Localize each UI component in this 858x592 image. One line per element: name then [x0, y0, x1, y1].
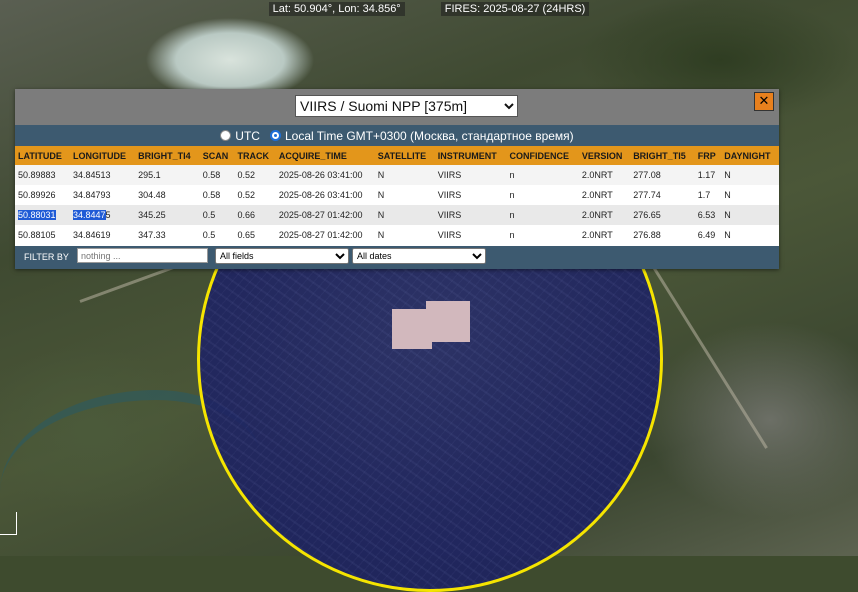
table-cell: 2025-08-27 01:42:00	[275, 225, 375, 245]
table-cell: n	[506, 165, 579, 185]
table-cell: 347.33	[135, 225, 200, 245]
table-cell: n	[506, 225, 579, 245]
filter-label: FILTER BY	[24, 252, 69, 262]
table-cell: n	[506, 205, 579, 225]
column-header[interactable]: INSTRUMENT	[434, 146, 507, 165]
cell-text-rest: 5	[105, 210, 111, 220]
selected-text: 34.8447	[73, 210, 106, 220]
fire-details-dialog: VIIRS / Suomi NPP [375m] ✕ UTC Local Tim…	[15, 89, 779, 269]
column-header[interactable]: TRACK	[234, 146, 276, 165]
table-cell: 50.89926	[15, 185, 70, 205]
column-header[interactable]: SATELLITE	[374, 146, 435, 165]
table-cell: 50.88031	[15, 205, 70, 225]
table-cell: N	[374, 165, 435, 185]
timezone-selector: UTC Local Time GMT+0300 (Москва, стандар…	[15, 125, 779, 146]
table-cell: 276.65	[630, 205, 695, 225]
table-cell: VIIRS	[434, 165, 507, 185]
table-cell: 2025-08-27 01:42:00	[275, 205, 375, 225]
table-cell: N	[721, 185, 779, 205]
utc-radio[interactable]	[220, 130, 232, 141]
column-header[interactable]: DAYNIGHT	[721, 146, 779, 165]
filter-bar: FILTER BY All fields All dates	[15, 246, 779, 269]
table-cell: 295.1	[135, 165, 200, 185]
fire-detections-table: LATITUDE LONGITUDE BRIGHT_TI4 SCAN TRACK ACQU…	[15, 146, 779, 245]
table-cell: N	[721, 205, 779, 225]
table-cell: 1.7	[694, 185, 722, 205]
table-cell: 2.0NRT	[578, 205, 631, 225]
table-cell: 277.74	[630, 185, 695, 205]
table-cell: 34.84793	[70, 185, 136, 205]
table-cell: VIIRS	[434, 205, 507, 225]
table-cell: 34.84619	[70, 225, 136, 245]
selected-text: 50.88031	[18, 210, 56, 220]
fires-date-label: FIRES: 2025-08-27 (24HRS)	[440, 2, 590, 16]
table-cell: 34.84475	[70, 205, 136, 225]
dialog-header: VIIRS / Suomi NPP [375m] ✕	[15, 89, 779, 125]
table-cell: N	[374, 225, 435, 245]
table-cell: n	[506, 185, 579, 205]
table-cell: 50.88105	[15, 225, 70, 245]
dates-select[interactable]: All dates	[352, 248, 486, 264]
product-select[interactable]: VIIRS / Suomi NPP [375m]	[295, 95, 518, 117]
column-header[interactable]: ACQUIRE_TIME	[275, 146, 375, 165]
table-cell: 277.08	[630, 165, 695, 185]
table-cell: 6.53	[694, 205, 722, 225]
table-cell: 0.5	[199, 205, 235, 225]
table-cell: N	[721, 165, 779, 185]
table-cell: N	[374, 185, 435, 205]
local-time-option[interactable]: Local Time GMT+0300 (Москва, стандартное…	[269, 128, 574, 143]
table-cell: 2025-08-26 03:41:00	[275, 165, 375, 185]
column-header[interactable]: BRIGHT_TI5	[630, 146, 695, 165]
filter-input[interactable]	[77, 248, 208, 263]
column-header[interactable]: LONGITUDE	[70, 146, 136, 165]
table-cell: 0.58	[199, 165, 235, 185]
table-cell: 0.52	[234, 185, 276, 205]
table-header-row: LATITUDE LONGITUDE BRIGHT_TI4 SCAN TRACK ACQU…	[15, 146, 779, 165]
table-row[interactable]: 50.88105 34.84619 347.33 0.5 0.65 2025-08-27 …	[15, 225, 779, 245]
fields-select[interactable]: All fields	[215, 248, 349, 264]
table-row[interactable]: 50.89883 34.84513 295.1 0.58 0.52 2025-08-26 …	[15, 165, 779, 185]
column-header[interactable]: LATITUDE	[15, 146, 70, 165]
table-cell: 1.17	[694, 165, 722, 185]
status-bar: Lat: 50.904°, Lon: 34.856° FIRES: 2025-0…	[0, 0, 858, 18]
table-cell: 0.66	[234, 205, 276, 225]
table-cell: 2.0NRT	[578, 165, 631, 185]
table-cell: 2.0NRT	[578, 185, 631, 205]
table-cell: 2.0NRT	[578, 225, 631, 245]
utc-label: UTC	[235, 128, 260, 143]
table-cell: 276.88	[630, 225, 695, 245]
table-cell: 0.52	[234, 165, 276, 185]
table-cell: 0.58	[199, 185, 235, 205]
table-body: 50.89883 34.84513 295.1 0.58 0.52 2025-08-26 …	[15, 165, 779, 245]
utc-option[interactable]: UTC	[220, 129, 260, 143]
table-cell: 0.65	[234, 225, 276, 245]
table-row[interactable]: 50.88031 34.84475 345.25 0.5 0.66 2025-08-27 …	[15, 205, 779, 225]
table-cell: 6.49	[694, 225, 722, 245]
table-cell: N	[721, 225, 779, 245]
table-cell: VIIRS	[434, 185, 507, 205]
column-header[interactable]: VERSION	[578, 146, 631, 165]
table-cell: VIIRS	[434, 225, 507, 245]
map-corner-marker	[0, 512, 17, 535]
map-road	[648, 260, 768, 449]
table-cell: 304.48	[135, 185, 200, 205]
cursor-coordinates: Lat: 50.904°, Lon: 34.856°	[268, 2, 405, 16]
column-header[interactable]: SCAN	[199, 146, 235, 165]
column-header[interactable]: BRIGHT_TI4	[135, 146, 200, 165]
table-cell: N	[374, 205, 435, 225]
table-cell: 50.89883	[15, 165, 70, 185]
satellite-map[interactable]	[0, 0, 858, 592]
table-cell: 34.84513	[70, 165, 136, 185]
column-header[interactable]: CONFIDENCE	[506, 146, 579, 165]
fire-hotspot-pixel[interactable]	[426, 301, 470, 342]
local-time-radio[interactable]	[269, 130, 281, 141]
table-row[interactable]: 50.89926 34.84793 304.48 0.58 0.52 2025-08-26…	[15, 185, 779, 205]
table-cell: 0.5	[199, 225, 235, 245]
table-cell: 345.25	[135, 205, 200, 225]
table-cell: 2025-08-26 03:41:00	[275, 185, 375, 205]
column-header[interactable]: FRP	[694, 146, 722, 165]
close-button[interactable]: ✕	[754, 92, 774, 111]
local-time-label: Local Time GMT+0300 (Москва, стандартное…	[284, 128, 574, 143]
